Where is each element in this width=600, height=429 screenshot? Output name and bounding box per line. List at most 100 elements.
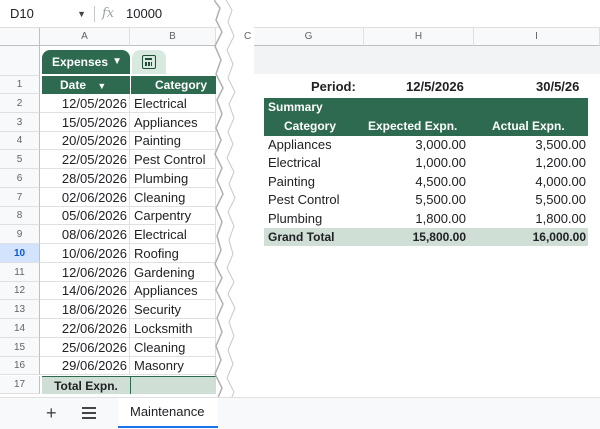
date-cell[interactable]: 05/06/2026 (40, 207, 130, 225)
period-end[interactable]: 30/5/26 (536, 78, 579, 96)
row-header-13[interactable]: 13 (0, 300, 40, 319)
summary-expected-cell[interactable]: 4,500.00 (415, 173, 466, 191)
header-date[interactable]: Date ▼ (42, 76, 130, 94)
select-all-corner[interactable] (0, 28, 40, 46)
row-header-7[interactable]: 7 (0, 188, 40, 207)
formula-bar: D10 ▼ fx 10000 (0, 0, 600, 28)
summary-row: Painting 4,500.00 4,000.00 (264, 173, 588, 191)
row-header-3[interactable]: 3 (0, 113, 40, 132)
chevron-down-icon[interactable]: ▼ (112, 50, 122, 74)
summary-category-cell[interactable]: Electrical (268, 154, 321, 172)
category-cell[interactable]: Cleaning (130, 338, 216, 357)
date-cell[interactable]: 22/05/2026 (40, 150, 130, 169)
calculator-icon (142, 55, 156, 69)
date-cell[interactable]: 20/05/2026 (40, 132, 130, 150)
summary-row: Plumbing 1,800.00 1,800.00 (264, 210, 588, 228)
summary-expected-cell[interactable]: 1,800.00 (415, 210, 466, 228)
summary-expected-cell[interactable]: 5,500.00 (415, 191, 466, 209)
category-cell[interactable]: Roofing (130, 244, 216, 263)
summary-category-cell[interactable]: Pest Control (268, 191, 340, 209)
column-header-b[interactable]: B (130, 28, 216, 46)
period-label: Period: (311, 79, 356, 94)
row-header-12[interactable]: 12 (0, 282, 40, 300)
date-cell[interactable]: 28/05/2026 (40, 169, 130, 188)
row-header-14[interactable]: 14 (0, 319, 40, 338)
table-name: Expenses (52, 55, 109, 69)
summary-header-row: Category Expected Expn. Actual Expn. (264, 116, 588, 136)
summary-actual-cell[interactable]: 5,500.00 (535, 191, 586, 209)
chevron-down-icon[interactable]: ▼ (77, 4, 86, 24)
row-header-4[interactable]: 4 (0, 132, 40, 150)
category-cell[interactable]: Locksmith (130, 319, 216, 338)
column-header-c-partial: C (244, 31, 252, 42)
chevron-down-icon[interactable]: ▼ (97, 81, 106, 91)
column-header-h[interactable]: H (364, 28, 474, 46)
date-cell[interactable]: 18/06/2026 (40, 300, 130, 319)
date-cell[interactable]: 02/06/2026 (40, 188, 130, 207)
summary-title: Summary (264, 98, 588, 116)
period-start[interactable]: 12/5/2026 (406, 78, 464, 96)
category-cell[interactable]: Electrical (130, 94, 216, 113)
sheet-tab-maintenance[interactable]: Maintenance (118, 398, 218, 428)
formula-input[interactable]: 10000 (126, 4, 162, 24)
category-cell[interactable]: Masonry (130, 357, 216, 375)
date-cell[interactable]: 22/06/2026 (40, 319, 130, 338)
category-cell[interactable]: Electrical (130, 225, 216, 244)
grand-total-expected: 15,800.00 (412, 230, 466, 244)
date-cell[interactable]: 14/06/2026 (40, 282, 130, 300)
summary-actual-cell[interactable]: 4,000.00 (535, 173, 586, 191)
summary-header-actual: Actual Expn. (492, 119, 565, 133)
row-header-8[interactable]: 8 (0, 207, 40, 225)
summary-expected-cell[interactable]: 3,000.00 (415, 136, 466, 154)
summary-expected-cell[interactable]: 1,000.00 (415, 154, 466, 172)
summary-actual-cell[interactable]: 3,500.00 (535, 136, 586, 154)
category-cell[interactable]: Pest Control (130, 150, 216, 169)
date-cell[interactable]: 08/06/2026 (40, 225, 130, 244)
row-header-1[interactable]: 1 (0, 76, 40, 94)
date-cell[interactable]: 25/06/2026 (40, 338, 130, 357)
date-cell[interactable]: 29/06/2026 (40, 357, 130, 375)
date-cell[interactable]: 12/06/2026 (40, 263, 130, 282)
row-header-2[interactable]: 2 (0, 94, 40, 113)
cell-reference: D10 (10, 6, 34, 21)
row-header-15[interactable]: 15 (0, 338, 40, 357)
category-cell[interactable]: Appliances (130, 113, 216, 132)
summary-actual-cell[interactable]: 1,200.00 (535, 154, 586, 172)
sheet-tab-bar: + Maintenance (0, 397, 600, 429)
total-value-cell[interactable] (130, 376, 216, 394)
date-cell[interactable]: 12/05/2026 (40, 94, 130, 113)
row-header-9[interactable]: 9 (0, 225, 40, 244)
row-header-11[interactable]: 11 (0, 263, 40, 282)
category-cell[interactable]: Gardening (130, 263, 216, 282)
column-header-i[interactable]: I (474, 28, 600, 46)
row-header-6[interactable]: 6 (0, 169, 40, 188)
row-header-17[interactable]: 17 (0, 376, 40, 394)
column-header-g[interactable]: G (254, 28, 364, 46)
row-header-16[interactable]: 16 (0, 357, 40, 375)
date-cell[interactable]: 15/05/2026 (40, 113, 130, 132)
divider (94, 6, 95, 22)
category-cell[interactable]: Cleaning (130, 188, 216, 207)
table-name-chip[interactable]: Expenses ▼ (42, 50, 130, 74)
row-header-10[interactable]: 10 (0, 244, 40, 263)
summary-category-cell[interactable]: Appliances (268, 136, 332, 154)
category-cell[interactable]: Security (130, 300, 216, 319)
header-category[interactable]: Category (130, 76, 216, 94)
summary-category-cell[interactable]: Painting (268, 173, 315, 191)
summary-category-cell[interactable]: Plumbing (268, 210, 322, 228)
summary-row: Pest Control 5,500.00 5,500.00 (264, 191, 588, 209)
row-header-5[interactable]: 5 (0, 150, 40, 169)
category-cell[interactable]: Painting (130, 132, 216, 150)
total-label: Total Expn. (42, 376, 130, 394)
grand-total-actual: 16,000.00 (532, 230, 586, 244)
name-box[interactable]: D10 ▼ (6, 4, 90, 24)
table-options-button[interactable] (132, 50, 166, 74)
category-cell[interactable]: Plumbing (130, 169, 216, 188)
column-header-a[interactable]: A (40, 28, 130, 46)
add-sheet-icon[interactable]: + (46, 402, 57, 424)
summary-actual-cell[interactable]: 1,800.00 (535, 210, 586, 228)
category-cell[interactable]: Appliances (130, 282, 216, 300)
category-cell[interactable]: Carpentry (130, 207, 216, 225)
date-cell[interactable]: 10/06/2026 (40, 244, 130, 263)
all-sheets-menu-icon[interactable] (82, 407, 96, 419)
